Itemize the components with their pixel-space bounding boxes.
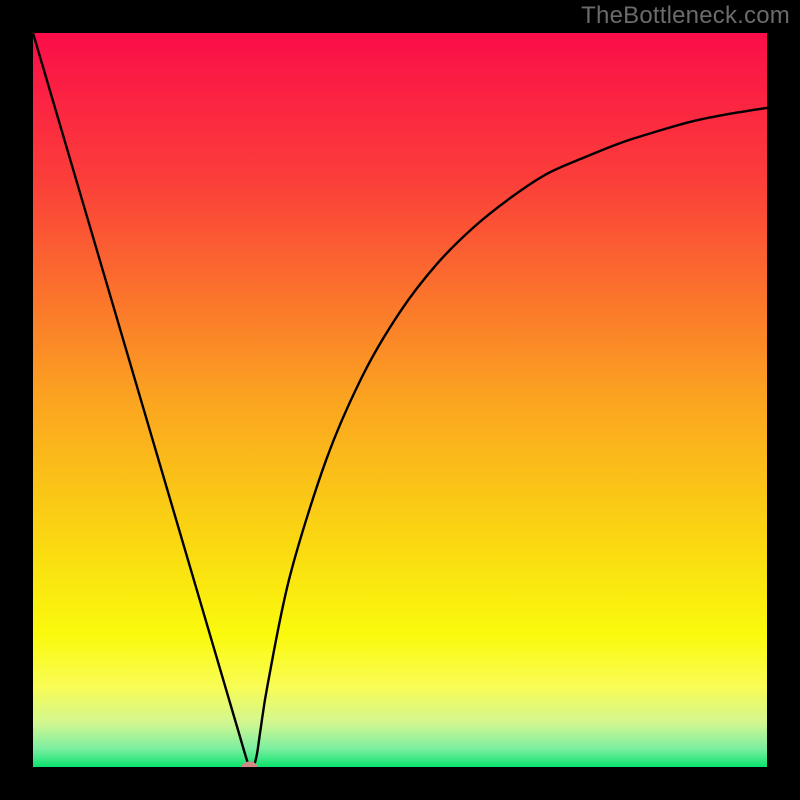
chart-frame: TheBottleneck.com (0, 0, 800, 800)
plot-background (33, 33, 767, 767)
chart-plot (33, 33, 767, 767)
watermark-text: TheBottleneck.com (581, 2, 790, 30)
